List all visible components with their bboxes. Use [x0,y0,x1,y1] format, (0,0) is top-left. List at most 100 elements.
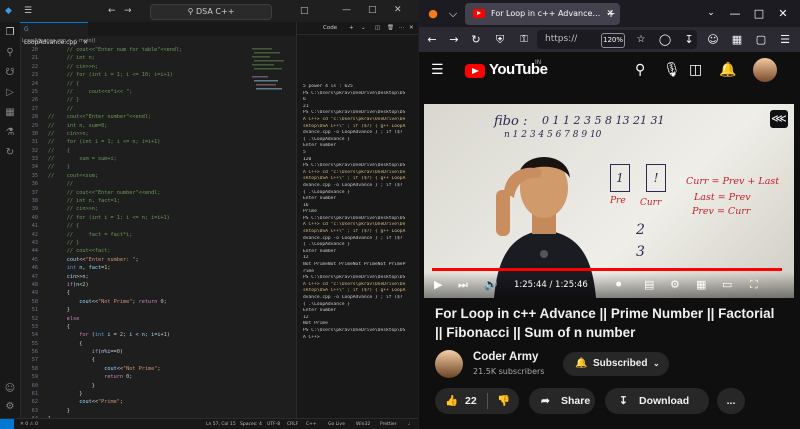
remote-icon[interactable] [0,419,14,429]
miniplayer-icon[interactable]: ▦ [696,272,706,298]
video-player[interactable]: fibo : 0 1 1 2 3 5 8 13 21 31 n 1 2 3 4 … [424,104,794,298]
run-debug-icon[interactable]: ▷ [3,86,17,100]
bell-icon[interactable]: ♩ [408,419,410,429]
code-line[interactable]: // } [48,163,268,171]
code-line[interactable]: cout<<"Enter number: "; [48,256,268,264]
channel-watermark-icon[interactable]: ⋘ [770,110,788,128]
chevron-down-icon[interactable]: ⌄ [703,0,719,27]
terminal-output[interactable]: 5 power 4 is : 625 PS C:\Users\pkrav\OneD… [303,84,418,341]
terminal-tab[interactable]: Code [323,22,337,34]
prettier-status[interactable]: Prettier [380,419,397,429]
shield-icon[interactable]: ⛨ [491,27,509,52]
go-live-button[interactable]: Go Live [328,419,345,429]
extensions-icon[interactable]: ▦ [729,27,745,52]
extensions-icon[interactable]: ▦ [3,106,17,120]
code-line[interactable]: // int n; [48,54,268,62]
code-line[interactable]: int n, fact=1; [48,264,268,272]
code-line[interactable]: for (int i = 2; i < n; i=i+1) [48,331,268,339]
next-icon[interactable]: ⏭ [458,272,468,298]
code-line[interactable]: cout<<"Prime"; [48,398,268,406]
volume-icon[interactable]: 🔊 [484,272,498,298]
code-line[interactable]: // cout<<fact; [48,247,268,255]
trash-icon[interactable]: 🗑 [387,22,394,34]
code-line[interactable]: // [48,105,268,113]
close-icon[interactable]: ✕ [775,0,791,27]
code-line[interactable]: // { [48,222,268,230]
code-line[interactable]: return 0; [48,373,268,381]
notifications-bell-icon[interactable]: 🔔 [719,60,736,80]
end-of-line[interactable]: CRLF [287,419,298,429]
minimize-icon[interactable]: — [727,0,743,27]
guide-menu-icon[interactable]: ☰ [431,60,444,80]
browser-tab-active[interactable]: For Loop in c++ Advance || Prime Nu ✕ [465,3,620,25]
back-arrow-icon[interactable]: ← [423,27,441,52]
chevron-down-icon[interactable]: ⌄ [361,22,366,34]
account-icon[interactable]: ☺ [705,27,721,52]
terminal-panel[interactable]: Code + ⌄ ◫ 🗑 ⋯ ✕ 5 power 4 is : 625 PS C:… [297,22,418,418]
breadcrumb-function[interactable]: main() [79,38,95,44]
add-terminal-icon[interactable]: + [349,22,354,34]
code-line[interactable]: } [48,407,268,415]
code-line[interactable]: // sum = sum+i; [48,155,268,163]
code-line[interactable]: cin>>n; [48,273,268,281]
explorer-icon[interactable]: ❐ [3,26,17,40]
code-line[interactable]: { [48,289,268,297]
code-line[interactable]: // [48,180,268,188]
code-line[interactable]: // int n, fact=1; [48,197,268,205]
bookmark-star-icon[interactable]: ☆ [633,30,649,49]
code-line[interactable]: // } [48,96,268,104]
code-line[interactable]: } [48,306,268,314]
code-line[interactable]: // { [48,147,268,155]
url-bar[interactable]: https:// 120% ☆ [537,30,697,49]
language-mode[interactable]: C++ [306,419,317,429]
like-icon[interactable]: 👍 [445,388,458,414]
lock-icon[interactable]: ⚿ [515,27,533,52]
code-line[interactable]: // cout<<sum; [48,172,268,180]
like-count[interactable]: 22 [465,388,477,414]
share-button[interactable]: ➦ Share [529,388,595,414]
more-icon[interactable]: ⋯ [399,22,405,34]
source-control-icon[interactable]: ☋ [3,66,17,80]
maximize-icon[interactable]: □ [751,0,767,27]
menu-icon[interactable]: ☰ [24,5,32,17]
progress-bar[interactable] [432,268,782,271]
screenshot-icon[interactable]: ▢ [753,27,769,52]
code-lines[interactable]: // cout<<"Enter num for table"<<endl; //… [48,46,268,424]
indentation[interactable]: Spaces: 4 [240,419,262,429]
code-line[interactable]: } [48,382,268,390]
code-line[interactable]: // cin>>n; [48,130,268,138]
subtitles-icon[interactable]: ▤ [644,272,654,298]
code-line[interactable]: // for (int i = 1; i <= n; i=i+1) [48,138,268,146]
code-line[interactable]: // cout<<"Enter number"<<endl; [48,189,268,197]
cursor-position[interactable]: Ln 57, Col 15 [206,419,236,429]
search-icon[interactable]: ⚲ [635,60,645,80]
settings-gear-icon[interactable]: ⚙ [670,272,680,298]
channel-name[interactable]: Coder Army [473,351,538,363]
youtube-logo-icon[interactable] [465,64,485,78]
search-icon[interactable]: ⚲ [3,46,17,60]
pocket-icon[interactable]: ◯ [657,27,673,52]
code-line[interactable]: // { [48,80,268,88]
code-line[interactable]: // cin>>n; [48,205,268,213]
code-line[interactable]: } [48,390,268,398]
code-line[interactable]: { [48,340,268,348]
code-line[interactable]: // cout<<"Enter number"<<endl; [48,113,268,121]
play-icon[interactable]: ▶ [434,272,442,298]
tab-loopadvance-cpp[interactable]: G LoopAdvance.cpp ✕ [20,22,88,46]
live-share-icon[interactable]: ↻ [3,146,17,160]
layout-icon[interactable]: □ [300,5,309,17]
code-line[interactable]: if(n%i==0) [48,348,268,356]
errors-icon[interactable]: ✕ 0 ⚠ 0 [20,419,38,429]
channel-avatar[interactable] [435,350,463,378]
code-line[interactable]: if(n<2) [48,281,268,289]
account-icon[interactable]: ☺ [3,382,17,396]
new-tab-icon[interactable]: + [603,0,619,27]
download-icon[interactable]: ↧ [681,27,697,52]
encoding[interactable]: UTF-8 [267,419,280,429]
code-line[interactable]: cout<<"Not Prime"; [48,365,268,373]
download-button[interactable]: ↧ Download [605,388,709,414]
subscribed-button[interactable]: 🔔 Subscribed ⌄ [563,352,669,376]
microphone-icon[interactable]: 🎙 [663,60,681,80]
settings-gear-icon[interactable]: ⚙ [3,400,17,414]
back-arrow-icon[interactable]: ← [108,5,116,17]
